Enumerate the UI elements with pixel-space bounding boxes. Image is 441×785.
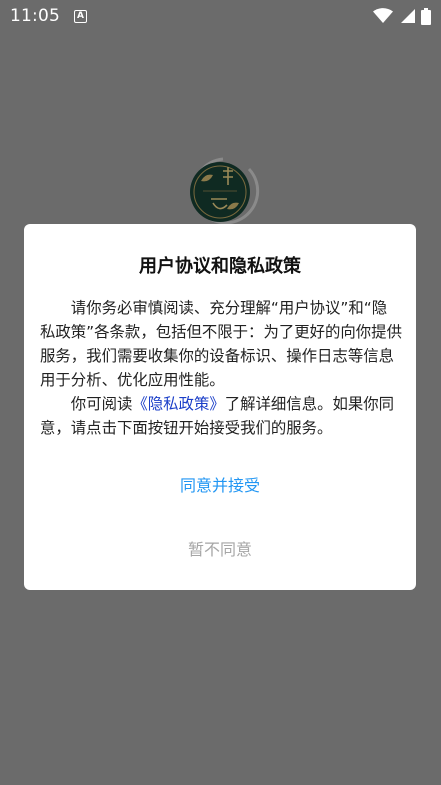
disagree-button[interactable]: 暂不同意 <box>24 536 416 560</box>
dialog-paragraph-2: 你可阅读《隐私政策》了解详细信息。如果你同意，请点击下面按钮开始接受我们的服务。 <box>40 392 402 440</box>
privacy-policy-link[interactable]: 《隐私政策》 <box>132 395 224 413</box>
notification-a-icon: A <box>74 9 87 23</box>
dialog-body: 请你务必审慎阅读、充分理解“用户协议”和“隐私政策”各条款，包括但不限于：为了更… <box>40 296 402 440</box>
status-time: 11:05 <box>10 6 60 26</box>
agree-button[interactable]: 同意并接受 <box>24 472 416 496</box>
dialog-paragraph-1: 请你务必审慎阅读、充分理解“用户协议”和“隐私政策”各条款，包括但不限于：为了更… <box>40 299 402 389</box>
paragraph-2-prefix: 你可阅读 <box>70 395 133 413</box>
cellular-signal-icon <box>401 9 415 23</box>
status-bar: 11:05 A <box>0 0 441 32</box>
status-icons <box>373 7 431 25</box>
app-logo <box>190 157 260 225</box>
wifi-icon <box>373 8 393 23</box>
privacy-dialog: 用户协议和隐私政策 请你务必审慎阅读、充分理解“用户协议”和“隐私政策”各条款，… <box>24 224 416 590</box>
dialog-title: 用户协议和隐私政策 <box>139 256 301 277</box>
battery-icon <box>421 7 431 25</box>
